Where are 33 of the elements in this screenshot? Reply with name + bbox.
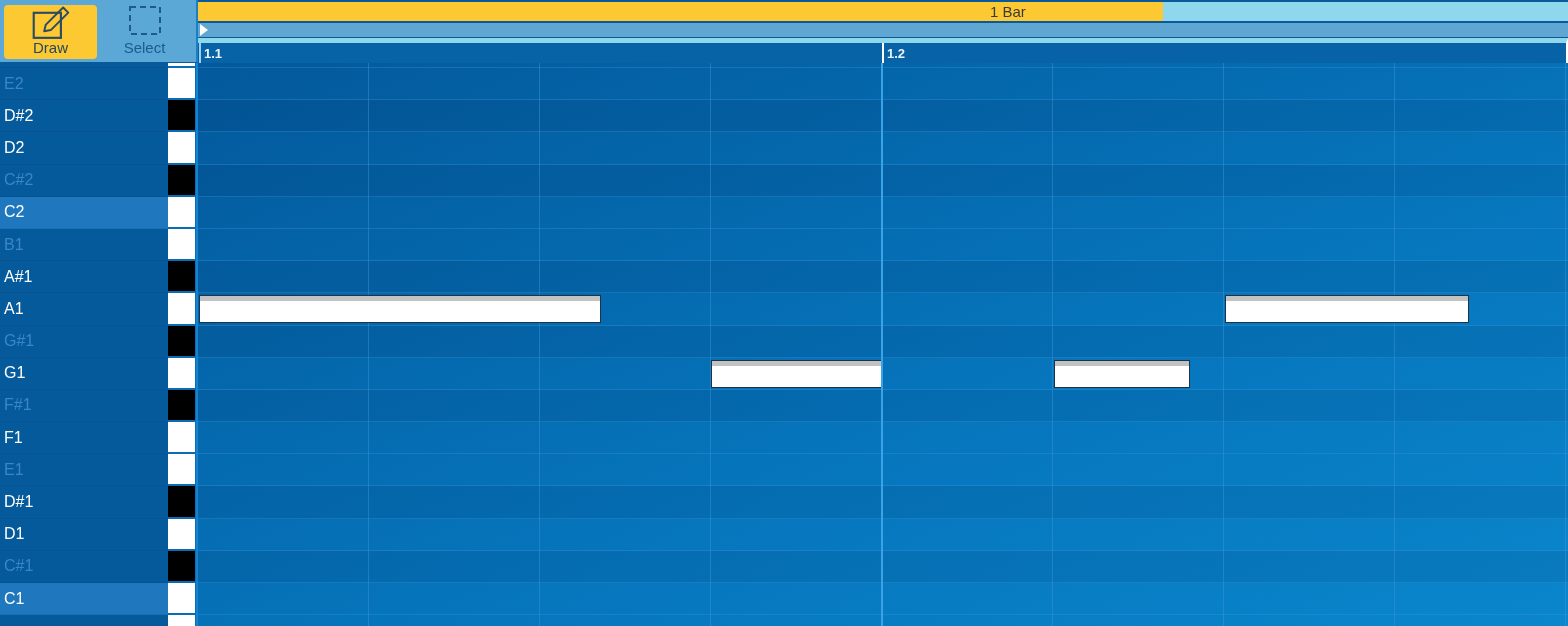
- key-label[interactable]: A#1: [0, 261, 168, 294]
- natural-key[interactable]: [168, 518, 195, 549]
- natural-key[interactable]: [168, 228, 195, 260]
- sharp-key[interactable]: [168, 389, 195, 421]
- tool-button[interactable]: Draw: [4, 5, 97, 59]
- sharp-key[interactable]: [168, 261, 195, 292]
- note-block[interactable]: [1225, 295, 1469, 324]
- playhead-icon[interactable]: [200, 24, 208, 36]
- natural-key[interactable]: [168, 357, 195, 388]
- sharp-key[interactable]: [168, 325, 195, 356]
- key-label[interactable]: D1: [0, 518, 168, 551]
- key-label[interactable]: C1: [0, 583, 168, 616]
- note-block[interactable]: [1054, 359, 1190, 388]
- natural-key[interactable]: [168, 68, 195, 99]
- key-label[interactable]: D#1: [0, 486, 168, 519]
- key-label[interactable]: F1: [0, 422, 168, 455]
- key-label[interactable]: D2: [0, 132, 168, 165]
- region-bar[interactable]: 1 Bar: [198, 2, 1163, 21]
- key-label[interactable]: A1: [0, 293, 168, 326]
- natural-key[interactable]: [168, 583, 195, 614]
- key-label[interactable]: D#2: [0, 100, 168, 133]
- sharp-key[interactable]: [168, 100, 195, 131]
- natural-key[interactable]: [168, 454, 195, 485]
- natural-key[interactable]: [168, 196, 195, 227]
- note-block[interactable]: [199, 295, 601, 324]
- pencil-square-icon: [31, 6, 70, 39]
- sharp-key[interactable]: [168, 550, 195, 581]
- dashed-square-icon: [128, 6, 161, 35]
- sharp-key[interactable]: [168, 164, 195, 195]
- key-label[interactable]: G1: [0, 357, 168, 390]
- natural-key[interactable]: [168, 422, 195, 453]
- note-block[interactable]: [711, 359, 883, 388]
- key-label[interactable]: C2: [0, 196, 168, 229]
